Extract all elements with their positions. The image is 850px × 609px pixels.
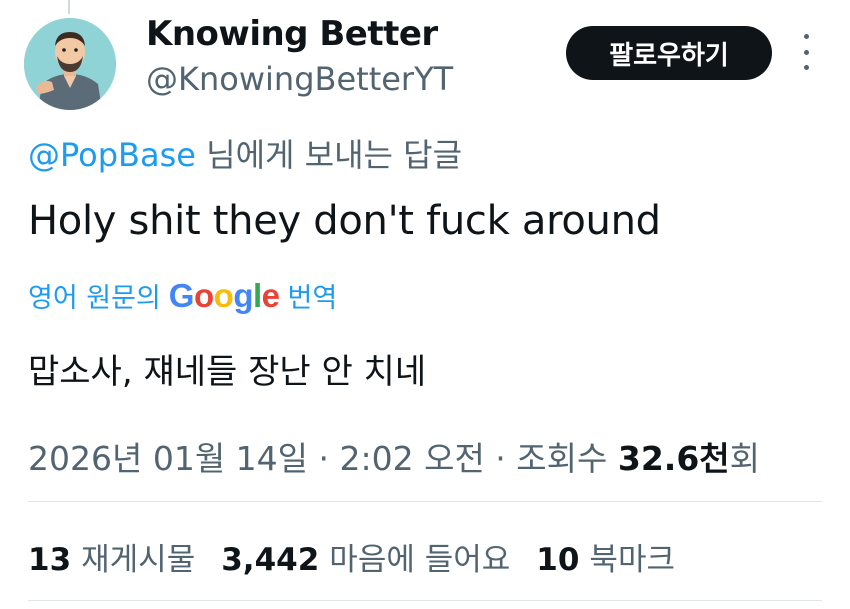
likes-label: 마음에 들어요 <box>329 542 511 578</box>
likes-stat[interactable]: 3,442 마음에 들어요 <box>221 534 510 579</box>
google-wordmark-letter: g <box>233 276 253 314</box>
bookmarks-label: 북마크 <box>589 542 675 578</box>
google-wordmark-letter: e <box>261 276 280 314</box>
google-wordmark-letter: o <box>193 276 214 314</box>
likes-count: 3,442 <box>221 542 320 578</box>
avatar[interactable] <box>24 18 116 110</box>
vertical-ellipsis-icon[interactable] <box>796 34 816 70</box>
google-wordmark: Google <box>169 277 280 314</box>
translate-prefix: 영어 원문의 <box>28 283 161 314</box>
tweet-text: Holy shit they don't fuck around <box>28 198 661 244</box>
bookmarks-count: 10 <box>536 542 580 578</box>
view-count: 32.6천 <box>617 439 730 478</box>
google-wordmark-letter: l <box>252 276 262 314</box>
divider <box>28 501 822 502</box>
divider <box>28 600 822 601</box>
tweet-metadata: 2026년 01월 14일 · 2:02 오전 · 조회수 32.6천회 <box>28 432 760 480</box>
user-handle[interactable]: @KnowingBetterYT <box>146 60 453 98</box>
display-name[interactable]: Knowing Better <box>146 14 438 54</box>
translated-text: 맙소사, 쟤네들 장난 안 치네 <box>28 352 427 392</box>
reply-context-text: 님에게 보내는 답글 <box>195 136 463 174</box>
view-count-suffix: 회 <box>729 439 761 478</box>
reposts-count: 13 <box>28 542 72 578</box>
cartoon-man-avatar-icon <box>24 18 116 110</box>
engagement-stats: 13 재게시물 3,442 마음에 들어요 10 북마크 <box>28 534 701 579</box>
google-wordmark-letter: o <box>213 276 234 314</box>
follow-button[interactable]: 팔로우하기 <box>566 26 772 80</box>
translate-tweet-link[interactable]: 영어 원문의 Google 번역 <box>28 276 337 315</box>
bookmarks-stat[interactable]: 10 북마크 <box>536 534 675 579</box>
google-wordmark-letter: G <box>168 276 195 314</box>
thread-connector-line <box>68 0 70 14</box>
reposts-label: 재게시물 <box>81 542 196 578</box>
google-logo: Google <box>169 277 280 315</box>
reposts-stat[interactable]: 13 재게시물 <box>28 534 195 579</box>
translate-suffix: 번역 <box>287 283 338 314</box>
follow-button-label: 팔로우하기 <box>609 40 729 71</box>
timestamp[interactable]: 2026년 01월 14일 · 2:02 오전 · 조회수 <box>28 439 618 478</box>
reply-mention-link[interactable]: @PopBase <box>28 136 196 174</box>
reply-context: @PopBase 님에게 보내는 답글 <box>28 130 462 176</box>
